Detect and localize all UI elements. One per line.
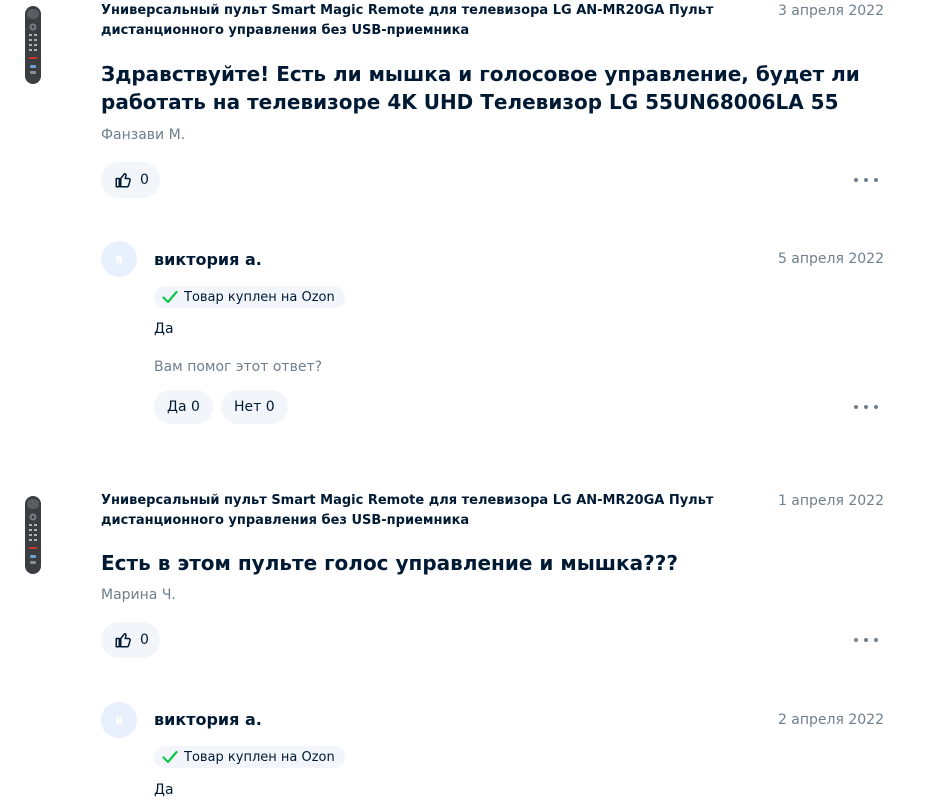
check-icon [162,290,178,304]
product-title-link[interactable]: Универсальный пульт Smart Magic Remote д… [101,491,741,531]
question-date: 3 апреля 2022 [777,3,884,19]
like-count: 0 [140,632,149,648]
vote-no-label: Нет [234,399,262,415]
purchased-badge: Товар куплен на Ozon [154,286,345,308]
more-dots-icon [854,638,858,642]
remote-thumbnail [25,6,41,84]
more-dots-icon [854,405,858,409]
more-dots-icon [874,638,878,642]
check-icon [162,750,178,764]
vote-no-button[interactable]: Нет 0 [221,390,288,424]
answer-date: 2 апреля 2022 [777,712,884,728]
question-author: Фанзави М. [101,127,186,143]
question-text: Есть в этом пульте голос управление и мы… [101,551,678,575]
purchased-badge: Товар куплен на Ozon [154,746,345,768]
like-button[interactable]: 0 [101,622,160,658]
badge-label: Товар куплен на Ozon [184,289,335,305]
more-dots-icon [864,405,868,409]
like-count: 0 [140,172,149,188]
like-button[interactable]: 0 [101,162,160,198]
vote-yes-button[interactable]: Да 0 [154,390,213,424]
more-options-button[interactable] [852,170,880,190]
question-author: Марина Ч. [101,587,176,603]
answer-text: Да [154,782,174,798]
product-thumbnail[interactable] [21,5,45,85]
more-dots-icon [854,178,858,182]
more-dots-icon [874,178,878,182]
question-date: 1 апреля 2022 [777,493,884,509]
remote-thumbnail [25,496,41,574]
vote-yes-count: 0 [190,399,200,415]
helpful-prompt: Вам помог этот ответ? [154,359,323,375]
more-options-button[interactable] [852,630,880,650]
answer-author: виктория а. [154,710,262,729]
product-thumbnail[interactable] [21,495,45,575]
thumbs-up-icon [115,632,131,648]
vote-yes-label: Да [167,399,187,415]
answer-author: виктория а. [154,250,262,269]
answer-date: 5 апреля 2022 [777,251,884,267]
avatar: в [101,241,137,277]
thumbs-up-icon [115,172,131,188]
answer-text: Да [154,321,174,337]
product-title-link[interactable]: Универсальный пульт Smart Magic Remote д… [101,1,741,41]
more-dots-icon [864,178,868,182]
more-dots-icon [874,405,878,409]
more-dots-icon [864,638,868,642]
question-text: Здравствуйте! Есть ли мышка и голосовое … [101,62,860,114]
answer-more-options-button[interactable] [852,397,880,417]
vote-no-count: 0 [265,399,275,415]
avatar: в [101,702,137,738]
badge-label: Товар куплен на Ozon [184,749,335,765]
